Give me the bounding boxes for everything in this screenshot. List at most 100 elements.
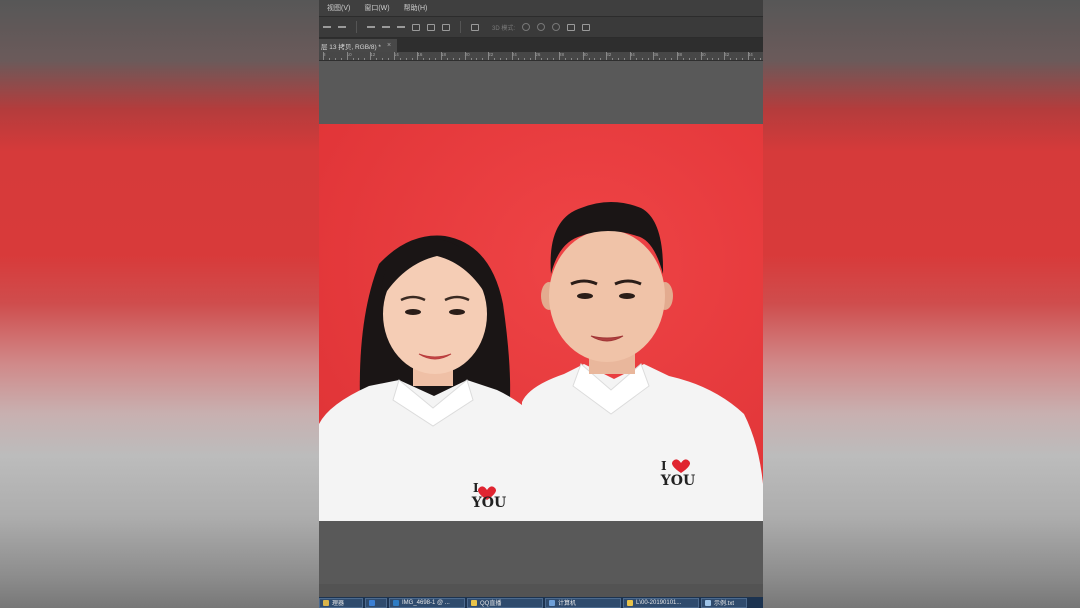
shirt-logo-left: I YOU	[469, 481, 509, 511]
ruler-tick	[328, 58, 330, 60]
ruler-tick	[594, 58, 596, 60]
taskbar-item-label: L\00-20190101...	[636, 599, 682, 606]
ruler-tick	[511, 52, 513, 60]
ruler-tick	[500, 58, 501, 60]
photoshop-window: 视图(V) 窗口(W) 帮助(H) 3D 模式: 层 13 拷贝, RGB/8)…	[319, 0, 763, 608]
auto-align-icon[interactable]	[471, 23, 479, 31]
ruler-tick	[606, 52, 608, 60]
ruler-tick	[618, 58, 619, 60]
ruler-tick	[677, 52, 678, 60]
shirt-logo-i: I	[661, 459, 667, 473]
ruler-tick	[334, 58, 336, 60]
ruler-tick	[564, 58, 566, 60]
3d-scale-icon[interactable]	[582, 23, 591, 31]
ruler-tick	[387, 58, 389, 60]
toolbar-separator	[460, 21, 461, 33]
blurred-background-right	[763, 0, 1080, 608]
ruler-tick	[659, 58, 661, 60]
ruler-tick	[529, 58, 531, 60]
shirt-logo-i: I	[473, 481, 479, 495]
align-middle-icon[interactable]	[338, 23, 346, 31]
taskbar-item[interactable]: L\00-20190101...	[623, 597, 699, 608]
ruler-tick	[623, 58, 625, 60]
toolbar-separator	[356, 21, 357, 33]
document-tab-bar: 层 13 拷贝, RGB/8) * ×	[319, 38, 763, 52]
ruler-tick	[753, 58, 755, 60]
taskbar-item[interactable]: 计算机	[545, 597, 621, 608]
ruler-tick	[718, 58, 720, 60]
taskbar-item[interactable]: QQ直播	[467, 597, 543, 608]
ruler-tick	[352, 58, 354, 60]
ruler-tick	[517, 58, 519, 60]
align-top-icon[interactable]	[323, 23, 331, 31]
ruler-tick	[635, 58, 637, 60]
ruler-tick	[464, 52, 466, 60]
menu-item-window[interactable]: 窗口(W)	[364, 3, 389, 13]
document-canvas[interactable]: I YOU I YOU	[319, 124, 763, 521]
ruler-tick	[323, 52, 324, 60]
ruler-tick	[505, 58, 507, 60]
ruler-tick	[741, 58, 743, 60]
ruler-tick	[747, 52, 749, 60]
ruler-tick	[641, 58, 643, 60]
ruler-tick	[435, 58, 437, 60]
distribute-bottom-icon[interactable]	[397, 23, 405, 31]
taskbar-item-label: IMG_4698-1 @ ...	[402, 599, 450, 606]
3d-orbit-icon[interactable]	[522, 23, 531, 31]
taskbar-item[interactable]: 理器	[319, 597, 363, 608]
ruler-tick	[724, 52, 726, 60]
ruler-tick	[547, 58, 549, 60]
3d-roll-icon[interactable]	[537, 23, 546, 31]
ruler-tick	[629, 52, 631, 60]
options-bar: 3D 模式:	[319, 16, 763, 38]
distribute-center-icon[interactable]	[382, 23, 390, 31]
ruler-tick	[588, 58, 590, 60]
ruler-tick	[694, 58, 696, 60]
ruler-tick	[730, 58, 732, 60]
close-icon[interactable]: ×	[387, 42, 391, 49]
document-tab-label: 层 13 拷贝, RGB/8) *	[321, 43, 381, 51]
ruler-tick	[417, 52, 419, 60]
distribute-left-icon[interactable]	[412, 23, 420, 31]
ruler-tick	[570, 58, 572, 60]
3d-pan-icon[interactable]	[552, 23, 561, 31]
taskbar-item[interactable]	[365, 597, 387, 608]
ruler-tick	[523, 58, 525, 60]
ruler-tick	[671, 58, 673, 60]
distribute-right-icon[interactable]	[442, 23, 450, 31]
app-icon	[705, 599, 711, 606]
ruler-tick	[647, 58, 649, 60]
ruler-tick	[399, 58, 401, 60]
horizontal-ruler[interactable]: 8 10 12 14 16 18 20 22 24 26 28 30 32 34 36 38 40 42 44	[319, 52, 763, 61]
ruler-tick	[476, 58, 478, 60]
menu-item-view[interactable]: 视图(V)	[327, 3, 350, 13]
taskbar-item-label: 示例.txt	[714, 601, 735, 607]
taskbar-item[interactable]: IMG_4698-1 @ ...	[389, 597, 465, 608]
ruler-tick	[470, 58, 472, 60]
app-icon	[369, 599, 375, 606]
woman-eye-left	[405, 309, 421, 315]
ruler-tick	[393, 52, 395, 60]
ruler-tick	[700, 52, 702, 60]
ruler-tick	[576, 58, 578, 60]
ruler-tick	[382, 58, 383, 60]
taskbar-item[interactable]: 示例.txt	[701, 597, 747, 608]
distribute-top-icon[interactable]	[367, 23, 375, 31]
3d-slide-icon[interactable]	[567, 23, 576, 31]
ruler-tick	[682, 58, 684, 60]
ruler-tick	[446, 58, 448, 60]
woman-eye-right	[449, 309, 465, 315]
shirt-logo-right: I YOU	[657, 459, 699, 489]
ruler-tick	[665, 58, 667, 60]
ruler-tick	[376, 58, 378, 60]
mode-3d-label: 3D 模式:	[492, 25, 516, 32]
ruler-tick	[535, 52, 537, 60]
menu-item-help[interactable]: 帮助(H)	[404, 3, 428, 13]
canvas-area[interactable]: I YOU I YOU	[319, 61, 763, 584]
distribute-hcenter-icon[interactable]	[427, 23, 435, 31]
taskbar-item-label: 计算机	[558, 601, 577, 607]
ruler-tick	[358, 58, 360, 60]
ruler-tick	[423, 58, 425, 60]
app-icon	[393, 599, 399, 606]
document-tab[interactable]: 层 13 拷贝, RGB/8) * ×	[319, 39, 398, 52]
